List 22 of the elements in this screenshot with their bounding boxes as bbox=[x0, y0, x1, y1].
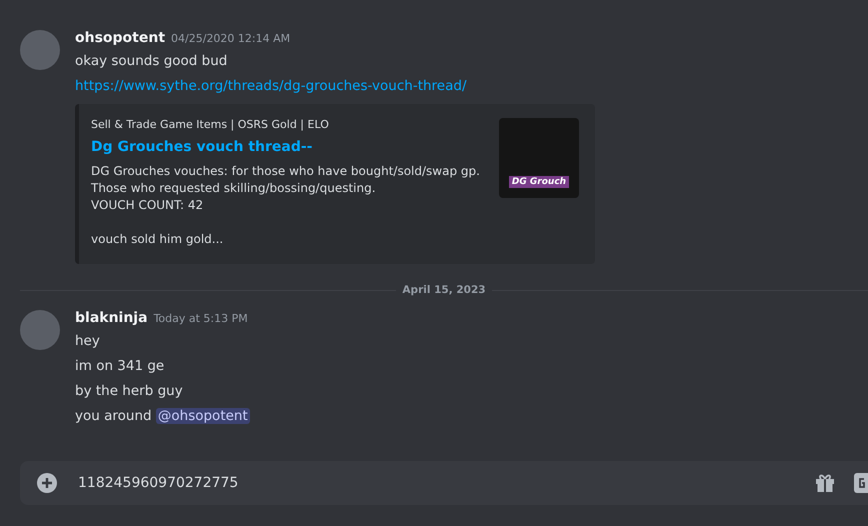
message-text: okay sounds good bud bbox=[75, 52, 228, 71]
message-field[interactable]: 118245960970272775 bbox=[76, 474, 796, 492]
thumbnail-image[interactable]: DG Grouch bbox=[499, 118, 579, 198]
gift-icon[interactable] bbox=[814, 472, 836, 494]
add-icon[interactable] bbox=[36, 472, 58, 494]
message-text: im on 341 ge bbox=[75, 357, 166, 376]
username[interactable]: blakninja bbox=[75, 310, 148, 326]
username[interactable]: ohsopotent bbox=[75, 30, 166, 46]
url-link[interactable]: https://www.sythe.org/threads/dg-grouches-vouch-thread/ bbox=[75, 78, 466, 94]
message-text: you around @ohsopotent bbox=[75, 407, 250, 426]
timestamp: Today at 5:13 PM bbox=[154, 312, 248, 325]
embed-provider: Sell & Trade Game Items | OSRS Gold | ELO bbox=[91, 118, 330, 131]
embed-description: DG Grouches vouches: for those who have bought/sold/swap gp. Those who requested skilling/bossing/questing. VOUCH COUNT: 42 bbox=[91, 163, 480, 214]
message-text: by the herb guy bbox=[75, 382, 184, 401]
timestamp: 04/25/2020 12:14 AM bbox=[171, 32, 290, 45]
message-input[interactable]: 118245960970272775 bbox=[20, 461, 868, 505]
mention-link[interactable]: @ohsopotent bbox=[156, 408, 250, 424]
message-text: hey bbox=[75, 332, 101, 351]
embed-title-link[interactable]: Dg Grouches vouch thread-- bbox=[91, 139, 480, 155]
date-divider-label: April 15, 2023 bbox=[401, 284, 487, 296]
embed-description: vouch sold him gold... bbox=[91, 231, 224, 248]
gif-icon[interactable] bbox=[854, 472, 868, 494]
